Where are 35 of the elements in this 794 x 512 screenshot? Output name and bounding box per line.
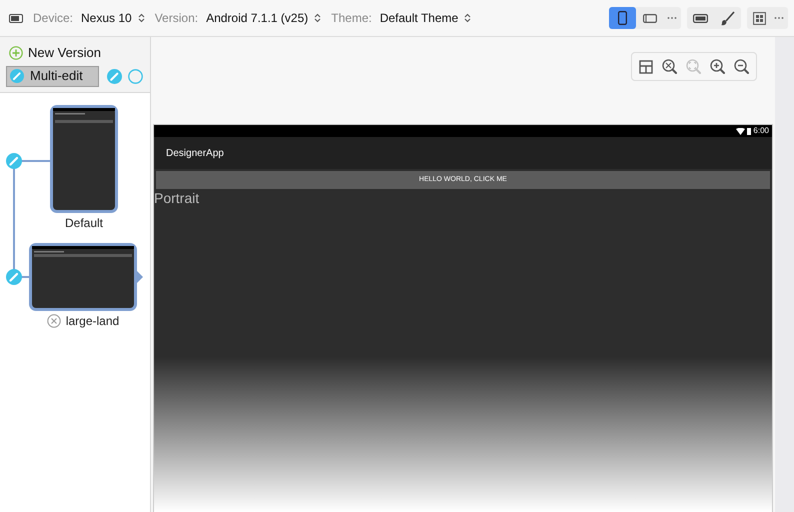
more-icon[interactable]: [774, 16, 784, 20]
resize-icon[interactable]: [693, 14, 708, 22]
remove-icon[interactable]: [46, 314, 61, 328]
zoom-fit-icon[interactable]: [662, 59, 677, 74]
portrait-text: Portrait: [154, 191, 200, 205]
field-label: Theme:: [331, 10, 372, 27]
portrait-button[interactable]: [609, 7, 636, 29]
zoom-in-icon[interactable]: [710, 59, 725, 74]
updown-icon: [138, 13, 145, 23]
battery-icon: [747, 128, 752, 134]
version-label: Default: [64, 215, 104, 232]
wifi-icon: [736, 128, 746, 134]
version-label: large-land: [66, 313, 120, 330]
new-version-button[interactable]: New Version: [6, 43, 144, 62]
grid-icon[interactable]: [753, 12, 766, 24]
field-label: Device:: [33, 10, 74, 27]
updown-icon: [314, 13, 322, 23]
layout-icon[interactable]: [639, 60, 653, 74]
device-icon: [9, 14, 23, 22]
updown-icon: [464, 13, 472, 23]
multi-edit-button[interactable]: Multi-edit: [6, 66, 99, 86]
field-value[interactable]: Default Theme: [380, 9, 458, 27]
app-title: DesignerApp: [166, 146, 224, 160]
brush-icon[interactable]: [720, 10, 735, 26]
status-time: 6:00: [753, 127, 769, 135]
pencil-icon: [10, 69, 24, 83]
pointer-icon: [137, 271, 143, 283]
add-icon: [9, 46, 23, 60]
more-icon[interactable]: [667, 16, 677, 20]
field-value[interactable]: Android 7.1.1 (v25): [206, 9, 308, 27]
zoom-out-icon[interactable]: [734, 59, 749, 74]
tablet-icon: [642, 14, 656, 22]
field-label: Version:: [154, 10, 198, 27]
field-value[interactable]: Nexus 10: [81, 9, 132, 27]
phone-icon: [618, 11, 627, 25]
